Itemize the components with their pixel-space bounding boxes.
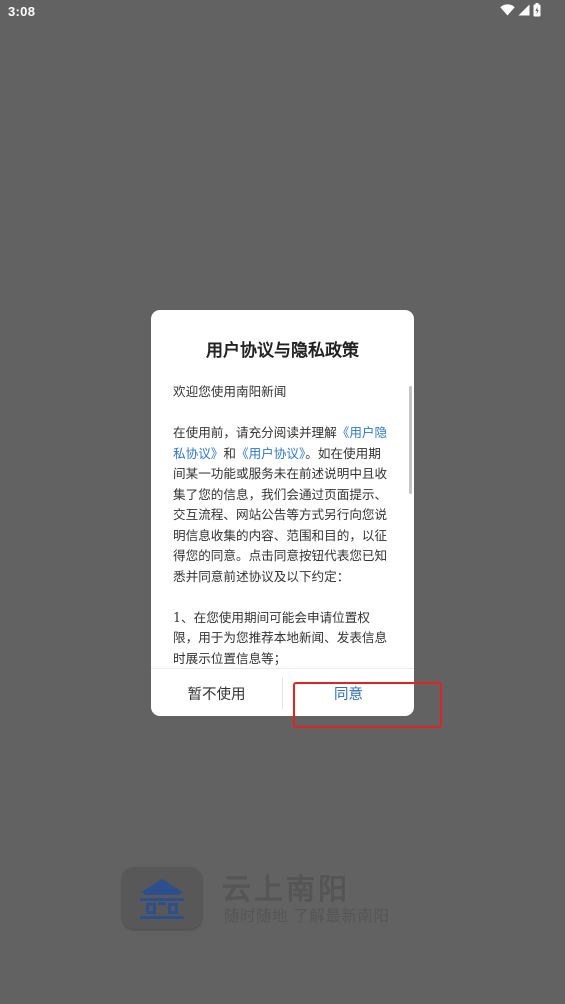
and-text: 和 [223,445,236,461]
paragraph-intro: 在使用前，请充分阅读并理解 [173,425,337,440]
app-logo [122,867,202,929]
logo-mark-icon [140,879,184,919]
battery-icon [533,3,541,17]
privacy-dialog: 用户协议与隐私政策 欢迎您使用南阳新闻 在使用前，请充分阅读并理解《用户隐私协议… [151,310,414,716]
decline-button[interactable]: 暂不使用 [151,669,282,716]
dialog-scroll-content[interactable]: 欢迎您使用南阳新闻 在使用前，请充分阅读并理解《用户隐私协议》和《用户协议》。如… [173,382,391,668]
status-icons [500,3,541,17]
status-time: 3:08 [8,4,36,19]
app-slogan: 随时随地 了解最新南阳 [224,907,390,925]
signal-icon [518,4,530,16]
dialog-paragraph: 在使用前，请充分阅读并理解《用户隐私协议》和《用户协议》。如在使用期间某一功能或… [173,423,391,587]
user-agreement-link[interactable]: 《用户协议》 [236,446,305,461]
splash-brand: 云上南阳 随时随地 了解最新南阳 [122,866,452,932]
wifi-icon [500,4,515,16]
status-bar: 3:08 [0,0,565,24]
paragraph-body: 。如在使用期间某一功能或服务未在前述说明中且收集了您的信息，我们会通过页面提示、… [173,445,388,584]
dialog-greeting: 欢迎您使用南阳新闻 [173,384,287,399]
app-name: 云上南阳 [222,872,351,906]
dialog-scrollbar[interactable] [409,386,412,494]
dialog-title: 用户协议与隐私政策 [206,341,359,361]
dialog-item-1: 1、在您使用期间可能会申请位置权限，用于为您推荐本地新闻、发表信息时展示位置信息… [173,609,388,666]
highlight-box [293,682,442,728]
